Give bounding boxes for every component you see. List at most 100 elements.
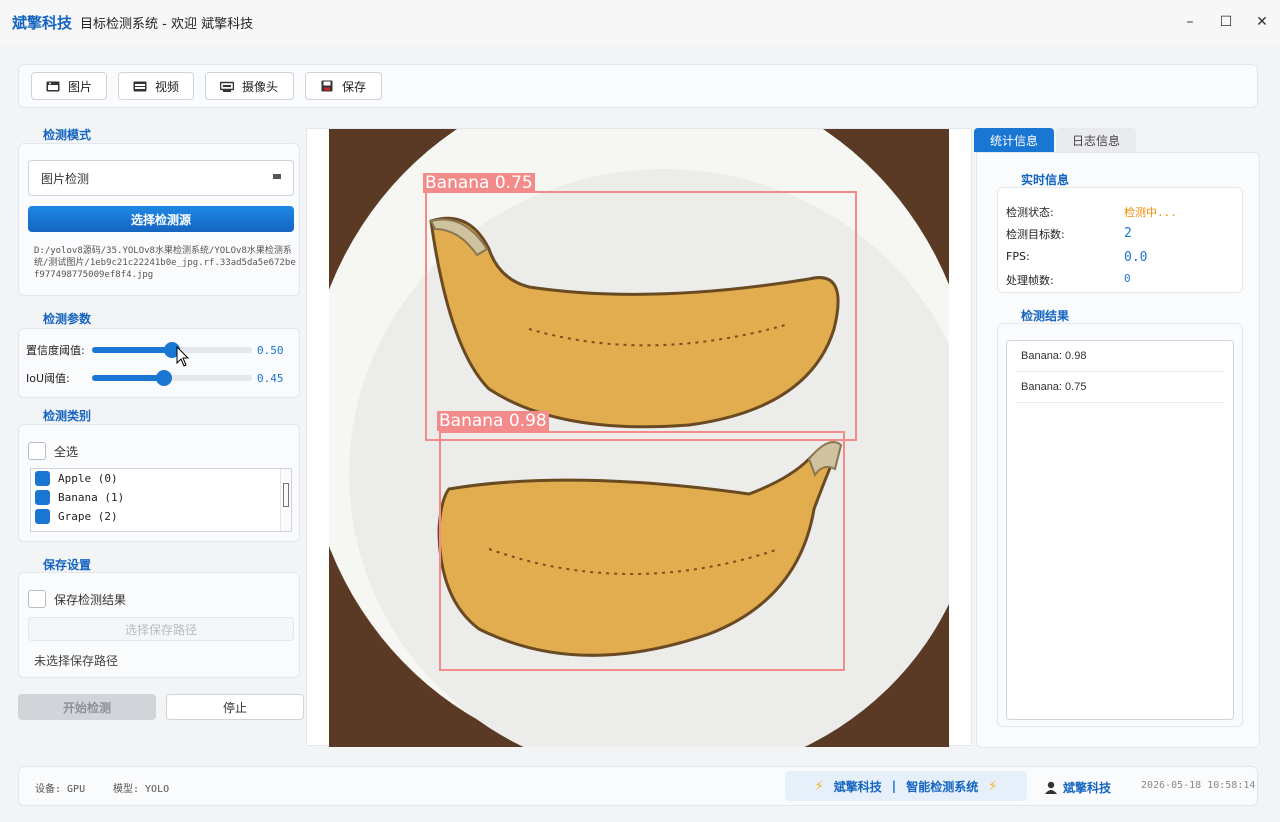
status-row: 检测状态: 检测中... (1006, 204, 1236, 220)
device-status: 设备: GPU (35, 784, 86, 795)
count-label: 检测目标数: (1006, 228, 1065, 241)
select-all-label: 全选 (54, 444, 79, 459)
detection-box (425, 191, 857, 441)
frames-label: 处理帧数: (1006, 274, 1054, 287)
detection-image: Banana 0.75 Banana 0.98 (329, 129, 949, 747)
select-all-checkbox[interactable] (28, 442, 46, 460)
iou-slider-fill (92, 375, 164, 381)
user-name: 斌擎科技 (1063, 781, 1112, 795)
results-section-title: 检测结果 (1021, 309, 1070, 323)
count-value: 2 (1124, 226, 1132, 241)
camera-button-label: 摄像头 (242, 79, 279, 94)
stats-panel: 实时信息 检测状态: 检测中... 检测目标数: 2 FPS: 0.0 处理帧数… (976, 152, 1260, 748)
save-section-title: 保存设置 (43, 558, 92, 572)
realtime-info-card: 检测状态: 检测中... 检测目标数: 2 FPS: 0.0 处理帧数: 0 (997, 187, 1243, 293)
toolbar: 图片 视频 摄像头 保存 (18, 64, 1258, 108)
image-viewer: Banana 0.75 Banana 0.98 (306, 128, 972, 747)
detection-label: Banana 0.98 (437, 411, 549, 431)
select-all-row: 全选 (28, 442, 78, 460)
datetime: 2026-05-18 10:58:14 (1141, 780, 1256, 791)
results-card: Banana: 0.98 Banana: 0.75 (997, 323, 1243, 727)
save-button-label: 保存 (342, 79, 367, 94)
brand-badge-left: 斌擎科技 (833, 779, 882, 794)
mode-select-value: 图片检测 (41, 171, 90, 186)
maximize-button[interactable]: ☐ (1208, 0, 1244, 44)
confidence-slider-row: 置信度阈值: 0.50 (26, 342, 306, 358)
save-button[interactable]: 保存 (305, 72, 382, 100)
window-title: 目标检测系统 - 欢迎 斌擎科技 (80, 16, 254, 32)
scrollbar-thumb[interactable] (283, 483, 289, 507)
detection-box (439, 431, 845, 671)
list-item[interactable]: Banana: 0.98 (1015, 341, 1225, 372)
list-item[interactable]: Apple (0) (31, 469, 291, 488)
frames-row: 处理帧数: 0 (1006, 272, 1236, 288)
class-list: Apple (0) Banana (1) Grape (2) (30, 468, 292, 532)
confidence-slider[interactable] (92, 342, 252, 358)
choose-save-path-button[interactable]: 选择保存路径 (28, 617, 294, 641)
confidence-value: 0.50 (257, 343, 284, 357)
fps-label: FPS: (1006, 250, 1030, 263)
image-button[interactable]: 图片 (31, 72, 107, 100)
lightning-icon: ⚡ (814, 778, 824, 794)
confidence-slider-fill (92, 347, 172, 353)
iou-label: IoU阈值: (26, 372, 70, 385)
class-checkbox[interactable] (35, 471, 50, 486)
class-label: Grape (2) (58, 510, 118, 523)
window-controls: – ☐ ✕ (1172, 0, 1280, 44)
save-result-label: 保存检测结果 (54, 592, 127, 607)
video-button[interactable]: 视频 (118, 72, 194, 100)
right-panel: 统计信息 日志信息 实时信息 检测状态: 检测中... 检测目标数: 2 FPS… (974, 128, 1260, 748)
save-result-row: 保存检测结果 (28, 590, 126, 608)
list-item[interactable]: Banana (1) (31, 488, 291, 507)
class-label: Banana (1) (58, 491, 125, 504)
camera-icon (220, 81, 234, 92)
class-label: Apple (0) (58, 472, 118, 485)
lightning-icon: ⚡ (988, 778, 998, 794)
mode-section-title: 检测模式 (43, 128, 92, 142)
tab-log[interactable]: 日志信息 (1056, 128, 1136, 152)
mode-select[interactable]: 图片检测 (28, 160, 294, 196)
save-path-status: 未选择保存路径 (34, 654, 119, 668)
list-item[interactable]: Grape (2) (31, 507, 291, 526)
select-source-button[interactable]: 选择检测源 (28, 206, 294, 232)
user-icon (1045, 781, 1057, 794)
brand-badge-separator: | (891, 779, 897, 793)
tab-stats[interactable]: 统计信息 (974, 128, 1054, 152)
brand-badge: ⚡ 斌擎科技 | 智能检测系统 ⚡ (785, 771, 1027, 801)
dropdown-icon (273, 174, 281, 179)
close-button[interactable]: ✕ (1244, 0, 1280, 44)
mouse-cursor-icon (176, 346, 190, 367)
frames-value: 0 (1124, 272, 1131, 285)
list-item[interactable]: Banana: 0.75 (1015, 372, 1225, 403)
class-checkbox[interactable] (35, 490, 50, 505)
save-icon (320, 80, 334, 92)
camera-button[interactable]: 摄像头 (205, 72, 294, 100)
minimize-button[interactable]: – (1172, 0, 1208, 44)
realtime-section-title: 实时信息 (1021, 173, 1070, 187)
params-section-title: 检测参数 (43, 312, 92, 326)
class-list-scrollbar[interactable] (280, 469, 291, 531)
count-row: 检测目标数: 2 (1006, 226, 1236, 242)
image-icon (46, 81, 60, 92)
title-bar: 斌擎科技 目标检测系统 - 欢迎 斌擎科技 – ☐ ✕ (0, 0, 1280, 44)
app-brand: 斌擎科技 (12, 13, 73, 32)
iou-value: 0.45 (257, 371, 284, 385)
source-path: D:/yolov8源码/35.YOLOv8水果检测系统/YOLOv8水果检测系统… (34, 246, 296, 280)
fps-value: 0.0 (1124, 250, 1148, 265)
image-button-label: 图片 (68, 79, 93, 94)
iou-slider-handle[interactable] (156, 370, 172, 386)
status-value: 检测中... (1124, 206, 1177, 219)
stop-button[interactable]: 停止 (166, 694, 304, 720)
user-badge: 斌擎科技 (1045, 779, 1111, 796)
model-status: 模型: YOLO (113, 784, 170, 795)
status-label: 检测状态: (1006, 206, 1054, 219)
iou-slider[interactable] (92, 370, 252, 386)
save-result-checkbox[interactable] (28, 590, 46, 608)
iou-slider-row: IoU阈值: 0.45 (26, 370, 306, 386)
video-icon (133, 81, 147, 92)
params-card (18, 328, 300, 398)
status-bar: 设备: GPU 模型: YOLO ⚡ 斌擎科技 | 智能检测系统 ⚡ 斌擎科技 … (18, 766, 1258, 806)
class-checkbox[interactable] (35, 509, 50, 524)
fps-row: FPS: 0.0 (1006, 250, 1236, 265)
start-detection-button[interactable]: 开始检测 (18, 694, 156, 720)
